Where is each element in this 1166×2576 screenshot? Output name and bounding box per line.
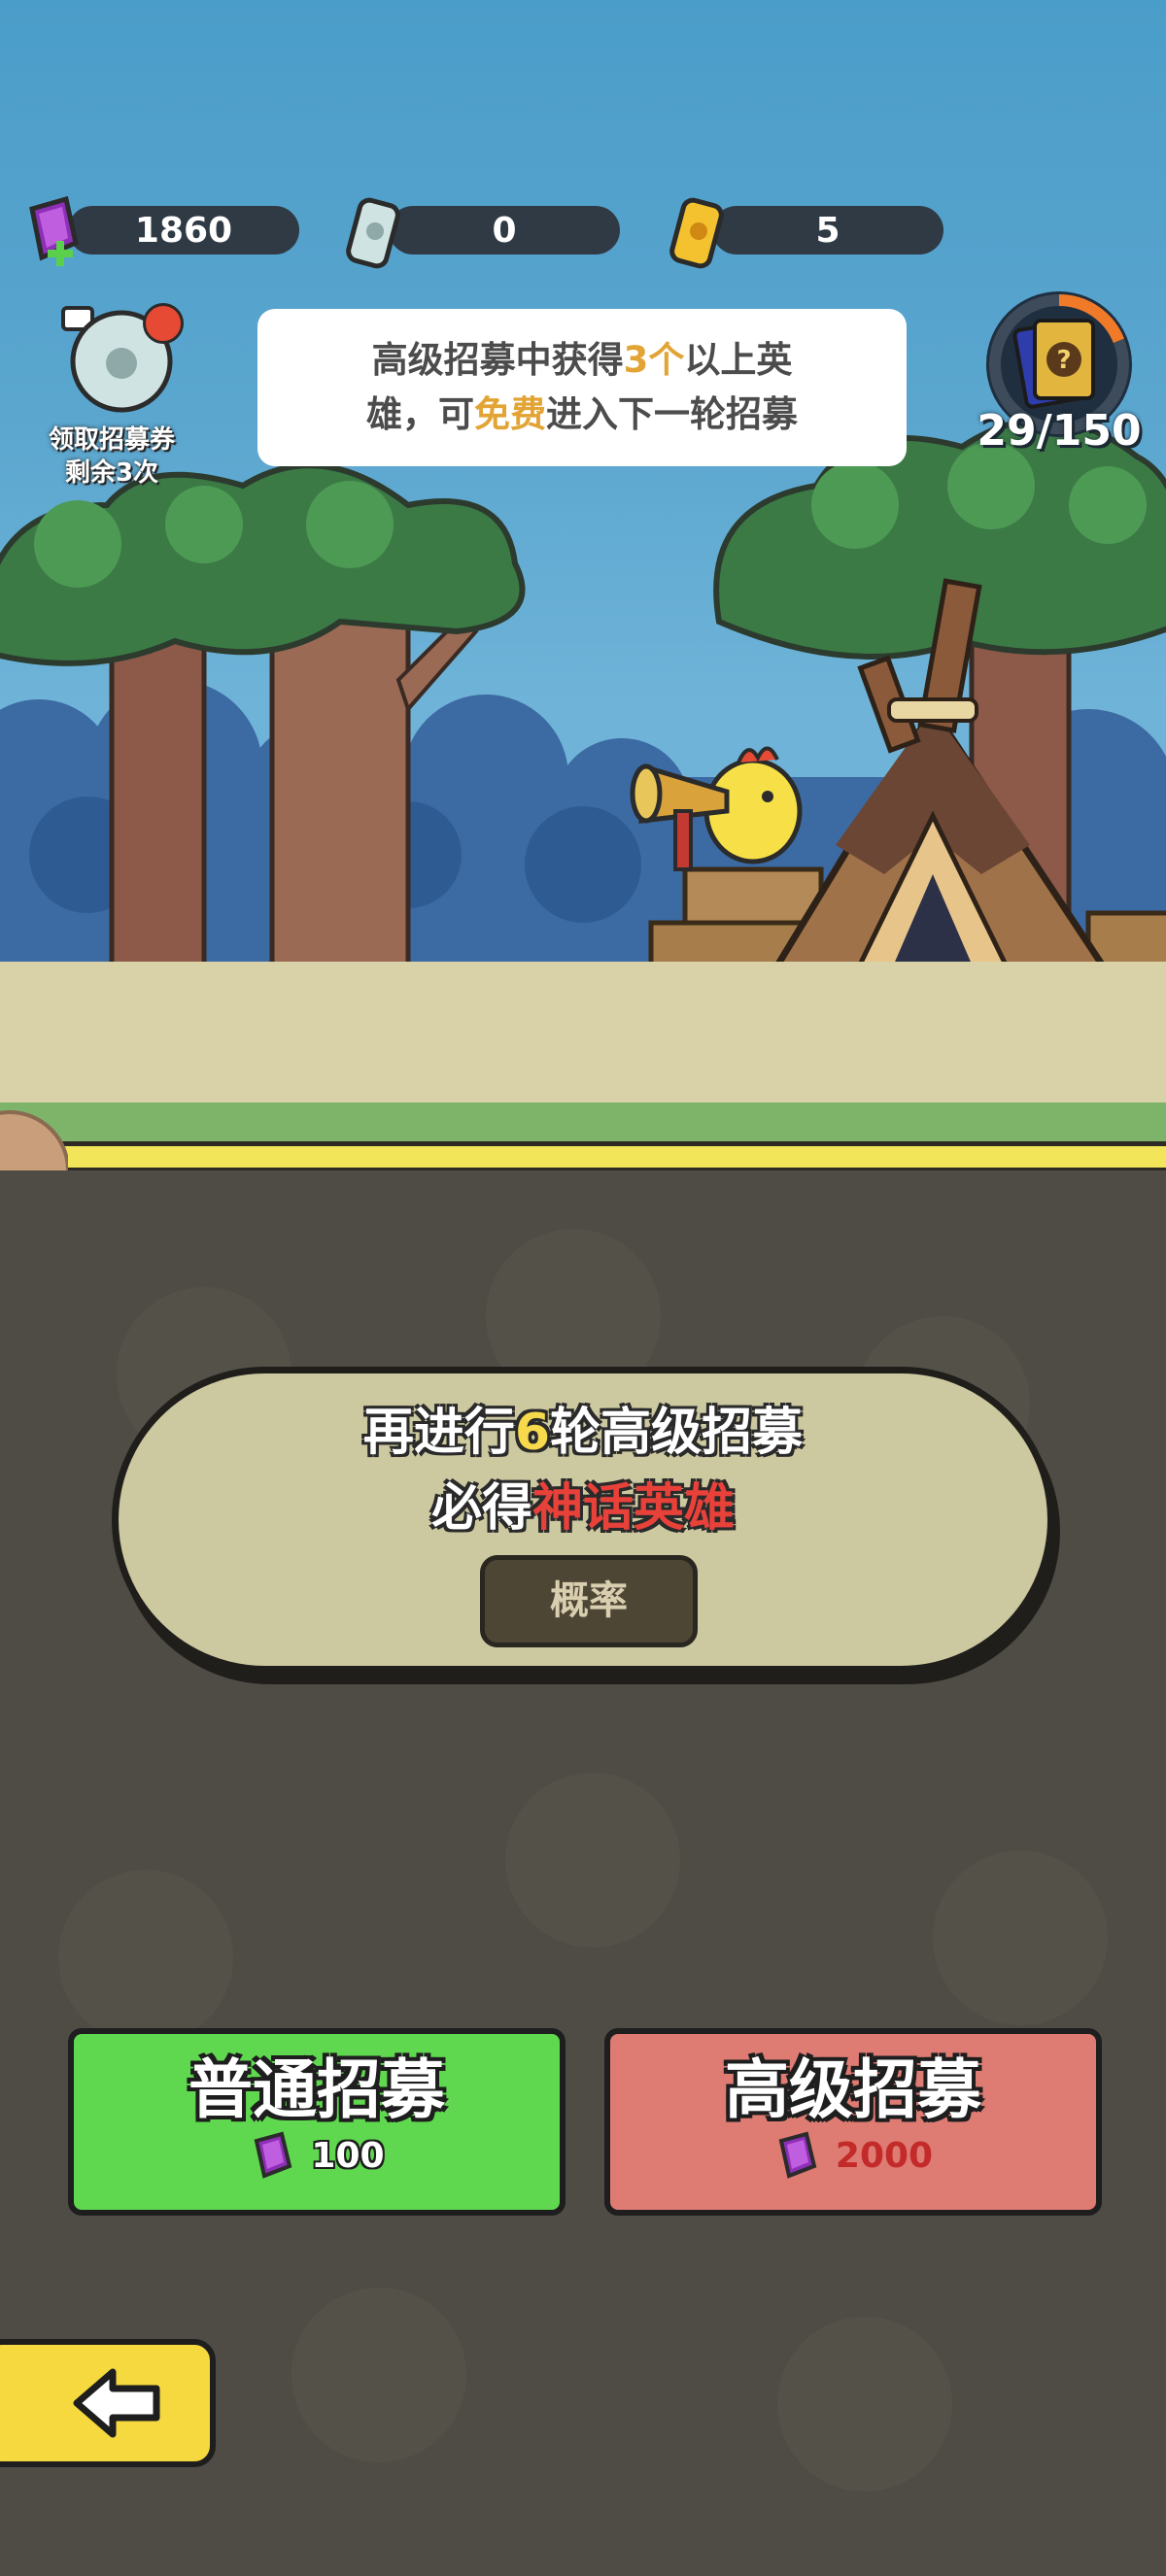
svg-text:?: ? xyxy=(1056,346,1071,375)
normal-recruit-cost: 100 xyxy=(74,2131,560,2180)
advanced-recruit-button[interactable]: 高级招募 2000 xyxy=(604,2028,1102,2216)
gold-ticket-count: 5 xyxy=(815,210,840,251)
free-ticket-button[interactable]: 领取招募券 剩余3次 xyxy=(39,303,185,488)
back-arrow-icon xyxy=(73,2368,160,2438)
ground xyxy=(0,962,1166,1107)
scene-divider xyxy=(0,1141,1166,1172)
grass-strip xyxy=(0,1102,1166,1141)
silver-ticket-icon xyxy=(346,197,400,269)
tip-line-1: 高级招募中获得3个以上英 xyxy=(371,339,793,381)
back-button[interactable] xyxy=(0,2339,216,2467)
recruit-scene xyxy=(0,0,1166,1175)
hero-collection-count: 29/150 xyxy=(977,406,1142,456)
silver-ticket-counter: 0 xyxy=(389,206,620,254)
purple-gem-plus-icon[interactable] xyxy=(17,194,86,272)
purple-gem-icon xyxy=(778,2131,817,2179)
normal-recruit-title: 普通招募 xyxy=(189,2052,445,2127)
advanced-recruit-title: 高级招募 xyxy=(725,2052,981,2127)
guarantee-line-2: 必得神话英雄 xyxy=(430,1479,736,1538)
chick-with-horn xyxy=(630,746,803,871)
gold-ticket-icon xyxy=(669,197,724,269)
free-ticket-remaining: 剩余3次 xyxy=(64,458,159,488)
silver-ticket-count: 0 xyxy=(492,210,517,251)
free-ticket-label: 领取招募券 xyxy=(48,425,175,455)
guarantee-line-1: 再进行6轮高级招募 xyxy=(362,1404,804,1462)
probability-button[interactable]: 概率 xyxy=(480,1555,698,1647)
gem-counter: 1860 xyxy=(68,206,299,254)
guarantee-card: 再进行6轮高级招募 必得神话英雄 概率 xyxy=(112,1367,1054,1673)
advanced-recruit-cost-value: 2000 xyxy=(835,2135,934,2176)
normal-recruit-cost-value: 100 xyxy=(311,2135,385,2176)
notification-dot xyxy=(143,303,184,344)
tip-line-2: 雄，可免费进入下一轮招募 xyxy=(366,393,798,435)
tip-box: 高级招募中获得3个以上英 雄，可免费进入下一轮招募 xyxy=(257,309,907,466)
gold-ticket-counter: 5 xyxy=(712,206,943,254)
gem-count: 1860 xyxy=(134,210,233,251)
purple-gem-icon xyxy=(255,2131,292,2179)
normal-recruit-button[interactable]: 普通招募 100 xyxy=(68,2028,566,2216)
advanced-recruit-cost: 2000 xyxy=(610,2131,1096,2180)
